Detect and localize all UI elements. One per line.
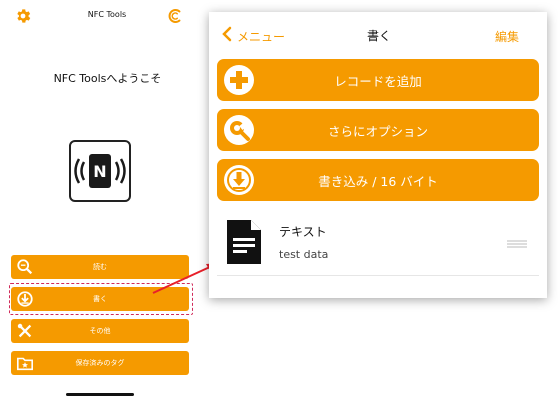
- text-record-row[interactable]: テキスト test data: [217, 212, 539, 278]
- page-title: 書く: [366, 29, 391, 43]
- drag-handle-icon[interactable]: [507, 239, 527, 249]
- download-circle-icon: [224, 165, 254, 195]
- home-indicator: [66, 393, 134, 396]
- nfc-logo-icon: N: [69, 140, 131, 202]
- saved-tags-label: 保存済みのタグ: [75, 359, 125, 367]
- c-logo-icon[interactable]: [166, 7, 184, 25]
- plus-circle-icon: [224, 65, 254, 95]
- more-options-button[interactable]: さらにオプション: [217, 109, 539, 151]
- svg-text:N: N: [93, 162, 106, 181]
- home-screen: NFC Tools NFC Toolsへようこそ N 読む 書く その他 保存済…: [0, 0, 200, 402]
- welcome-text: NFC Toolsへようこそ: [53, 72, 162, 85]
- write-bytes-label: 書き込み / 16 バイト: [318, 173, 438, 189]
- wrench-circle-icon: [224, 115, 254, 145]
- settings-gear-icon[interactable]: [14, 7, 32, 25]
- document-icon: [227, 220, 261, 264]
- app-title: NFC Tools: [87, 10, 127, 19]
- record-value: test data: [279, 248, 329, 261]
- write-bytes-button[interactable]: 書き込み / 16 バイト: [217, 159, 539, 201]
- row-divider: [217, 275, 539, 276]
- other-button[interactable]: その他: [11, 319, 189, 343]
- other-button-label: その他: [89, 327, 111, 335]
- back-button[interactable]: メニュー: [237, 28, 285, 45]
- read-button-label: 読む: [93, 263, 107, 271]
- folder-star-icon: [16, 357, 34, 371]
- search-icon: [17, 259, 33, 275]
- back-chevron-icon[interactable]: [221, 26, 233, 42]
- edit-button[interactable]: 編集: [495, 28, 519, 45]
- saved-tags-button[interactable]: 保存済みのタグ: [11, 351, 189, 375]
- add-record-label: レコードを追加: [334, 73, 422, 89]
- write-screen-popup: メニュー 書く 編集 レコードを追加 さらにオプション 書き込み / 16 バイ…: [209, 12, 547, 298]
- tools-icon: [17, 323, 32, 338]
- more-options-label: さらにオプション: [327, 123, 428, 139]
- add-record-button[interactable]: レコードを追加: [217, 59, 539, 101]
- record-type: テキスト: [279, 225, 327, 239]
